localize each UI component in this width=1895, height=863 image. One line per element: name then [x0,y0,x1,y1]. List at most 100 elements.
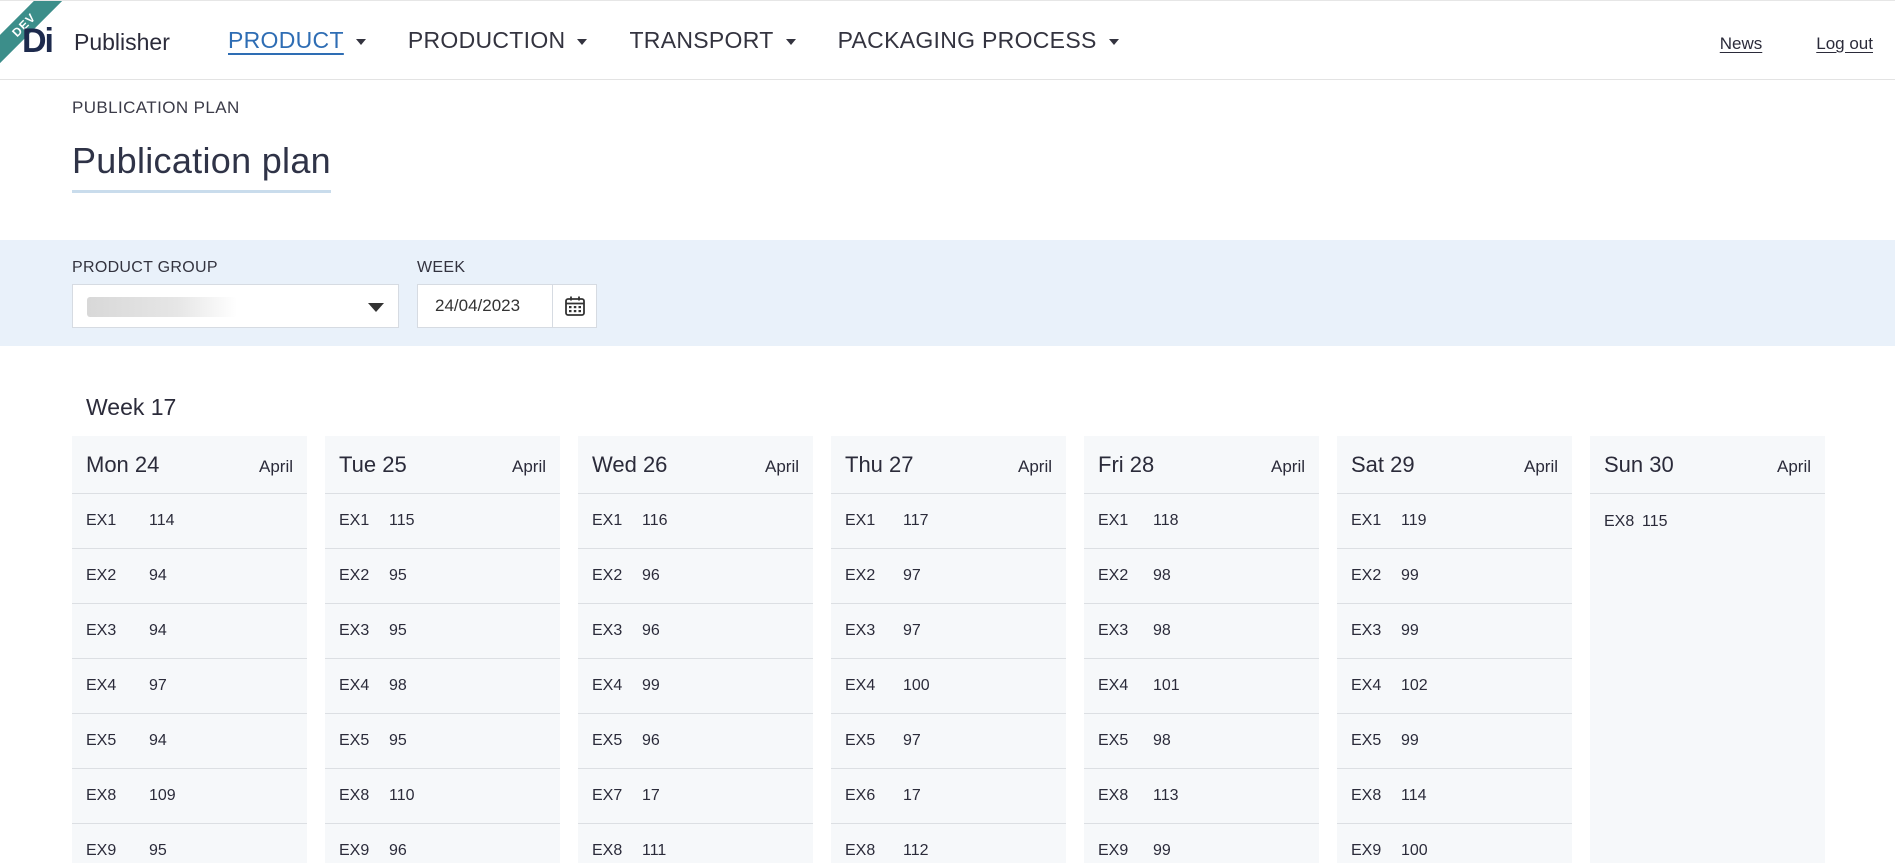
week-date-input[interactable]: 24/04/2023 [417,284,553,328]
edition-row[interactable]: EX4 98 [325,659,560,714]
edition-number: 99 [1153,842,1171,859]
edition-number: 99 [1401,732,1419,749]
edition-code: EX4 [845,677,876,694]
breadcrumb[interactable]: PUBLICATION PLAN [72,98,240,118]
week-label: WEEK [417,259,466,276]
edition-row[interactable]: EX7 17 [578,769,813,824]
edition-row[interactable]: EX9 95 [72,824,307,863]
day-name: Sun 30 [1604,451,1674,477]
edition-row[interactable]: EX3 99 [1337,604,1572,659]
edition-row[interactable]: EX1 118 [1084,494,1319,549]
edition-row[interactable]: EX4 97 [72,659,307,714]
edition-code: EX9 [1351,842,1382,859]
edition-number: 96 [642,732,660,749]
edition-row[interactable]: EX5 94 [72,714,307,769]
edition-code: EX2 [339,567,370,584]
day-header: Sun 30 April [1590,436,1825,494]
edition-row[interactable]: EX6 17 [831,769,1066,824]
edition-row[interactable]: EX2 96 [578,549,813,604]
edition-row[interactable]: EX9 96 [325,824,560,863]
caret-down-icon [355,38,366,45]
edition-code: EX2 [86,567,117,584]
edition-row[interactable]: EX2 95 [325,549,560,604]
edition-row[interactable]: EX5 99 [1337,714,1572,769]
edition-number: 97 [149,677,167,694]
edition-row[interactable]: EX8 115 [1590,494,1825,549]
edition-number: 99 [642,677,660,694]
edition-code: EX3 [1098,622,1129,639]
nav-item-production[interactable]: PRODUCTION [408,27,588,54]
edition-row[interactable]: EX5 96 [578,714,813,769]
edition-row[interactable]: EX1 115 [325,494,560,549]
edition-row[interactable]: EX8 111 [578,824,813,863]
edition-code: EX1 [1351,512,1382,529]
edition-row[interactable]: EX3 95 [325,604,560,659]
edition-row[interactable]: EX8 112 [831,824,1066,863]
edition-code: EX2 [1098,567,1129,584]
product-group-value-redacted [87,297,237,317]
edition-row[interactable]: EX5 95 [325,714,560,769]
edition-row[interactable]: EX8 110 [325,769,560,824]
edition-number: 116 [642,512,668,529]
edition-row[interactable]: EX8 114 [1337,769,1572,824]
app-name[interactable]: Publisher [74,29,170,56]
edition-row[interactable]: EX2 94 [72,549,307,604]
news-link[interactable]: News [1720,34,1763,54]
edition-code: EX4 [1098,677,1129,694]
calendar-button[interactable] [552,284,597,328]
nav-item-packaging-process[interactable]: PACKAGING PROCESS [838,27,1119,54]
edition-code: EX5 [339,732,370,749]
edition-row[interactable]: EX3 96 [578,604,813,659]
edition-number: 95 [389,732,407,749]
edition-code: EX8 [592,842,623,859]
edition-row[interactable]: EX5 97 [831,714,1066,769]
day-column-thu: Thu 27 April EX1 117 EX2 97 EX3 97 EX4 100 E… [831,436,1066,863]
edition-row[interactable]: EX3 98 [1084,604,1319,659]
edition-row[interactable]: EX2 99 [1337,549,1572,604]
caret-down-icon [785,38,796,45]
edition-number: 118 [1153,512,1179,529]
day-month: April [764,456,799,476]
edition-code: EX5 [592,732,623,749]
edition-row[interactable]: EX5 98 [1084,714,1319,769]
edition-number: 111 [642,842,667,859]
edition-code: EX2 [845,567,876,584]
edition-row[interactable]: EX1 117 [831,494,1066,549]
edition-code: EX5 [1351,732,1382,749]
edition-row[interactable]: EX8 109 [72,769,307,824]
product-group-select[interactable] [72,284,399,328]
edition-row[interactable]: EX3 97 [831,604,1066,659]
nav-label: PRODUCT [228,27,344,53]
edition-row[interactable]: EX4 99 [578,659,813,714]
title-underline [72,190,331,193]
edition-row[interactable]: EX8 113 [1084,769,1319,824]
week-title: Week 17 [86,394,177,420]
edition-number: 97 [903,567,921,584]
edition-row[interactable]: EX4 102 [1337,659,1572,714]
edition-number: 100 [903,677,930,694]
edition-row[interactable]: EX1 114 [72,494,307,549]
edition-code: EX3 [86,622,117,639]
edition-row[interactable]: EX2 97 [831,549,1066,604]
edition-row[interactable]: EX4 101 [1084,659,1319,714]
edition-row[interactable]: EX3 94 [72,604,307,659]
edition-code: EX7 [592,787,623,804]
header-links: News Log out [1720,34,1873,54]
edition-row[interactable]: EX2 98 [1084,549,1319,604]
edition-row[interactable]: EX9 100 [1337,824,1572,863]
edition-row[interactable]: EX9 99 [1084,824,1319,863]
edition-number: 115 [389,512,415,529]
edition-row[interactable]: EX1 116 [578,494,813,549]
edition-row[interactable]: EX4 100 [831,659,1066,714]
app-logo[interactable]: Di [22,23,54,59]
logout-link[interactable]: Log out [1816,34,1873,54]
main-nav: PRODUCT PRODUCTION TRANSPORT PACKAGING P… [228,27,1161,54]
edition-number: 95 [389,622,407,639]
nav-item-product[interactable]: PRODUCT [228,27,366,54]
day-month: April [1270,456,1305,476]
edition-number: 114 [149,512,175,529]
edition-number: 109 [149,787,176,804]
nav-item-transport[interactable]: TRANSPORT [629,27,796,54]
edition-row[interactable]: EX1 119 [1337,494,1572,549]
day-header: Fri 28 April [1084,436,1319,494]
